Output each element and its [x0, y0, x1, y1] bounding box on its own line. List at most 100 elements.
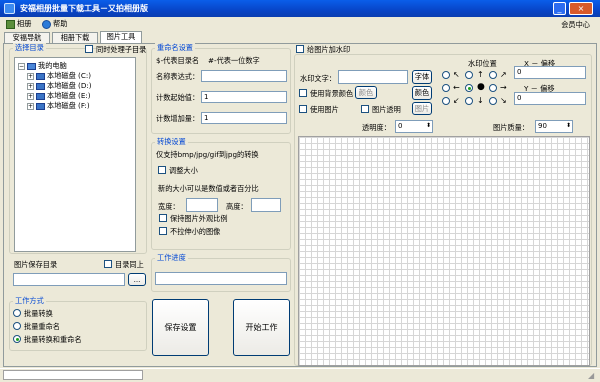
start-work-button[interactable]: 开始工作	[233, 299, 290, 356]
watermark-preview-canvas	[298, 136, 590, 366]
no-stretch-label: 不拉伸小的图像	[170, 227, 221, 236]
pos-bottom-center-radio[interactable]	[465, 97, 473, 105]
width-label: 宽度：	[158, 202, 180, 211]
tab-navigation[interactable]: 安福导航	[4, 32, 50, 43]
dir-select-title: 选择目录	[13, 43, 46, 53]
minimize-button[interactable]: _	[553, 2, 566, 15]
menu-album[interactable]: 相册	[6, 18, 31, 30]
watermark-checkbox[interactable]	[296, 45, 304, 53]
bg-color-button[interactable]: 颜色	[355, 86, 377, 99]
computer-icon	[27, 62, 36, 70]
menu-bar: 相册 帮助	[0, 17, 600, 31]
height-label: 高度：	[226, 202, 248, 211]
arrow-down-right-icon: ↘	[500, 96, 507, 105]
pos-bottom-right-radio[interactable]	[489, 97, 497, 105]
status-progress	[3, 370, 143, 380]
tab-album-download[interactable]: 相册下载	[52, 32, 98, 43]
pos-center-radio[interactable]	[465, 84, 473, 92]
spin-icon[interactable]: ⬍	[566, 122, 571, 130]
width-input[interactable]	[186, 198, 218, 212]
height-input[interactable]	[251, 198, 281, 212]
quality-label: 图片质量：	[493, 123, 529, 132]
mode-rename-radio[interactable]	[13, 322, 21, 330]
tree-node-drive-f[interactable]: + 本地磁盘 (F:)	[27, 101, 90, 111]
save-settings-button[interactable]: 保存设置	[152, 299, 209, 356]
app-icon	[4, 3, 15, 14]
resize-label: 调整大小	[169, 166, 198, 175]
same-dir-checkbox[interactable]	[104, 260, 112, 268]
use-image-label: 使用图片	[310, 105, 339, 114]
rename-title: 重命名设置	[155, 43, 195, 53]
count-start-input[interactable]: 1	[201, 91, 287, 103]
count-step-input[interactable]: 1	[201, 112, 287, 124]
save-dir-input[interactable]	[13, 273, 125, 286]
use-bg-color-label: 使用背景颜色	[310, 89, 354, 98]
mode-convert-label: 批量转换	[24, 309, 53, 318]
mode-rename-label: 批量重命名	[24, 322, 60, 331]
save-dir-label: 图片保存目录	[14, 260, 58, 269]
include-subdir-label: 同时处理子目录	[96, 45, 147, 54]
image-transparent-label: 图片透明	[372, 105, 401, 114]
pos-middle-left-radio[interactable]	[442, 84, 450, 92]
browse-button[interactable]: ...	[128, 273, 146, 286]
y-offset-input[interactable]: 0	[514, 92, 586, 105]
position-title: 水印位置	[468, 59, 497, 68]
x-offset-input[interactable]: 0	[514, 66, 586, 79]
name-expr-input[interactable]	[201, 70, 287, 82]
work-mode-title: 工作方式	[13, 296, 46, 306]
expand-icon[interactable]: +	[27, 72, 34, 80]
pos-top-center-radio[interactable]	[465, 71, 473, 79]
close-button[interactable]: ×	[569, 2, 593, 15]
help-icon	[42, 19, 51, 29]
name-expr-label: 名称表达式：	[156, 72, 200, 81]
tree-node-drive-d[interactable]: + 本地磁盘 (D:)	[27, 81, 92, 91]
expand-icon[interactable]: +	[27, 92, 34, 100]
tree-node-computer[interactable]: − 我的电脑	[18, 61, 67, 71]
arrow-left-icon: ←	[453, 83, 460, 92]
font-button[interactable]: 字体	[412, 70, 432, 84]
no-stretch-checkbox[interactable]	[159, 227, 167, 235]
use-bg-color-checkbox[interactable]	[299, 89, 307, 97]
mode-both-label: 批量转换和重命名	[24, 335, 82, 344]
pos-top-left-radio[interactable]	[442, 71, 450, 79]
mode-both-radio[interactable]	[13, 335, 21, 343]
image-button[interactable]: 图片	[412, 102, 432, 115]
tree-node-drive-e[interactable]: + 本地磁盘 (E:)	[27, 91, 91, 101]
drive-f-label: 本地磁盘 (F:)	[47, 101, 90, 110]
count-start-label: 计数起始值：	[156, 93, 200, 102]
expand-icon[interactable]: +	[27, 102, 34, 110]
text-color-button[interactable]: 颜色	[412, 86, 432, 100]
resize-checkbox[interactable]	[158, 166, 166, 174]
window-title: 安福相册批量下载工具－又拍相册版	[20, 4, 148, 13]
use-image-checkbox[interactable]	[299, 105, 307, 113]
drive-icon	[36, 92, 45, 100]
arrow-up-icon: ↑	[477, 70, 484, 79]
mode-convert-radio[interactable]	[13, 309, 21, 317]
tree-node-drive-c[interactable]: + 本地磁盘 (C:)	[27, 71, 91, 81]
drive-d-label: 本地磁盘 (D:)	[47, 81, 92, 90]
watermark-text-input[interactable]	[338, 70, 408, 84]
arrow-down-icon: ↓	[477, 96, 484, 105]
keep-ratio-checkbox[interactable]	[159, 214, 167, 222]
member-center-link[interactable]: 会员中心	[561, 20, 590, 30]
pos-bottom-left-radio[interactable]	[442, 97, 450, 105]
directory-tree[interactable]: − 我的电脑 + 本地磁盘 (C:) + 本地磁盘 (D:) + 本地磁盘 (E:) +…	[14, 57, 136, 252]
tree-node-computer-label: 我的电脑	[38, 61, 67, 70]
menu-album-label: 相册	[17, 19, 32, 28]
drive-icon	[36, 72, 45, 80]
image-transparent-checkbox[interactable]	[361, 105, 369, 113]
spin-icon[interactable]: ⬍	[426, 122, 431, 130]
include-subdir-checkbox[interactable]	[85, 45, 93, 53]
drive-c-label: 本地磁盘 (C:)	[47, 71, 92, 80]
menu-help[interactable]: 帮助	[42, 18, 67, 30]
expand-icon[interactable]: +	[27, 82, 34, 90]
pos-middle-right-radio[interactable]	[489, 84, 497, 92]
collapse-icon[interactable]: −	[18, 62, 25, 70]
album-icon	[6, 19, 15, 29]
pos-top-right-radio[interactable]	[489, 71, 497, 79]
tab-image-tools[interactable]: 图片工具	[100, 31, 142, 43]
progress-bar	[155, 272, 287, 285]
resize-grip-icon[interactable]: ◢	[588, 372, 594, 380]
menu-help-label: 帮助	[53, 19, 68, 28]
drive-icon	[36, 82, 45, 90]
